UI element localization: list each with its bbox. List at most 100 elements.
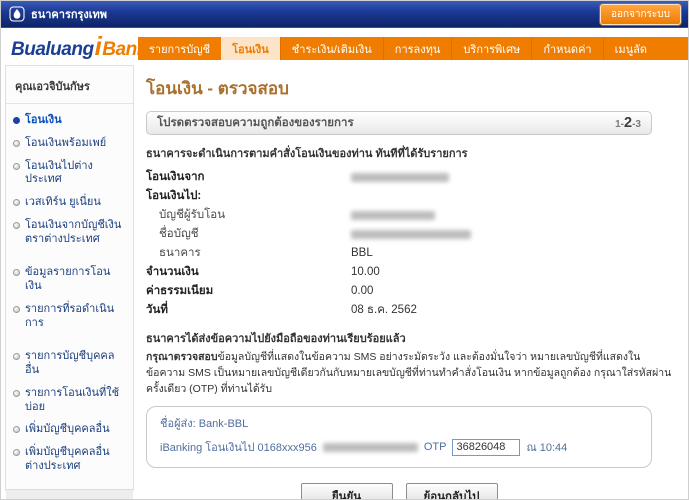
customer-name: คุณเอวจิบันกัษร xyxy=(6,66,133,104)
detail-label: โอนเงินจาก xyxy=(146,168,351,187)
bullet-icon xyxy=(13,199,20,206)
confirm-button[interactable]: ยืนยัน xyxy=(301,483,393,500)
sms-preview-box: ชื่อผู้ส่ง: Bank-BBL iBanking โอนเงินไป … xyxy=(146,406,652,468)
bank-name: ธนาคารกรุงเทพ xyxy=(31,5,107,23)
detail-label: วันที่ xyxy=(146,301,351,320)
sidebar-link[interactable]: รายการโอนเงินที่ใช้บ่อย xyxy=(25,387,126,415)
detail-value xyxy=(351,168,449,187)
detail-value: 08 ธ.ค. 2562 xyxy=(351,301,417,320)
sidebar-item[interactable]: เพิ่มบัญชีบุคคลอื่นต่างประเทศ xyxy=(13,446,126,474)
sidebar-item[interactable]: โอนเงินพร้อมเพย์ xyxy=(13,137,126,151)
redacted-value xyxy=(351,173,449,182)
sidebar-item[interactable]: ข้อมูลรายการโอนเงิน xyxy=(13,266,126,294)
detail-row: บัญชีผู้รับโอน xyxy=(146,206,674,225)
detail-value: 0.00 xyxy=(351,282,373,301)
sidebar-menu: โอนเงินโอนเงินพร้อมเพย์โอนเงินไปต่างประเ… xyxy=(6,104,133,489)
detail-value: BBL xyxy=(351,244,373,263)
bullet-icon xyxy=(13,222,20,229)
redacted-value xyxy=(351,230,471,239)
step-indicator: 1-2-3 xyxy=(615,115,641,131)
nav-tab-settings[interactable]: กำหนดค่า xyxy=(531,37,602,60)
bullet-icon xyxy=(13,353,20,360)
detail-row: วันที่08 ธ.ค. 2562 xyxy=(146,301,674,320)
nav-tab-special-services[interactable]: บริการพิเศษ xyxy=(451,37,531,60)
sidebar-item[interactable]: โอนเงิน xyxy=(13,114,126,128)
sidebar: คุณเอวจิบันกัษร โอนเงินโอนเงินพร้อมเพย์โ… xyxy=(5,65,134,495)
body-row: คุณเอวจิบันกัษร โอนเงินโอนเงินพร้อมเพย์โ… xyxy=(1,63,688,500)
bullet-icon xyxy=(13,269,20,276)
detail-label: ค่าธรรมเนียม xyxy=(146,282,351,301)
sidebar-link[interactable]: เพิ่มบัญชีบุคคลอื่นต่างประเทศ xyxy=(25,446,126,474)
action-buttons: ยืนยัน ย้อนกลับไป xyxy=(146,483,652,500)
detail-label: ธนาคาร xyxy=(146,244,351,263)
caution-text: กรุณาตรวจสอบข้อมูลบัญชีที่แสดงในข้อความ … xyxy=(146,350,674,397)
sidebar-link[interactable]: เพิ่มบัญชีบุคคลอื่น xyxy=(25,423,110,437)
bullet-icon xyxy=(13,449,20,456)
intro-text: ธนาคารจะดำเนินการตามคำสั่งโอนเงินของท่าน… xyxy=(146,144,674,162)
redacted-account-value xyxy=(323,443,418,452)
sms-sent-note: ธนาคารได้ส่งข้อความไปยังมือถือของท่านเรี… xyxy=(146,329,674,347)
sidebar-item[interactable]: รายการโอนเงินที่ใช้บ่อย xyxy=(13,387,126,415)
redacted-value xyxy=(351,211,435,220)
detail-value: 10.00 xyxy=(351,263,380,282)
sidebar-link[interactable]: โอนเงิน xyxy=(25,114,62,128)
detail-label: จำนวนเงิน xyxy=(146,263,351,282)
logout-button[interactable]: ออกจากระบบ xyxy=(600,4,681,25)
detail-row: โอนเงินไป: xyxy=(146,187,674,206)
sidebar-item[interactable]: โอนเงินจากบัญชีเงินตราต่างประเทศ xyxy=(13,219,126,247)
bank-brand: ธนาคารกรุงเทพ xyxy=(9,5,107,23)
nav-tab-investment[interactable]: การลงทุน xyxy=(383,37,452,60)
bullet-icon xyxy=(13,306,20,313)
sidebar-item[interactable]: เวสเทิร์น ยูเนี่ยน xyxy=(13,196,126,210)
detail-row: ชื่อบัญชี xyxy=(146,225,674,244)
top-bar: ธนาคารกรุงเทพ ออกจากระบบ xyxy=(1,1,688,28)
otp-input[interactable] xyxy=(452,439,520,456)
logo-word-bualuang: Bualuang xyxy=(11,39,94,60)
sidebar-link[interactable]: โอนเงินจากบัญชีเงินตราต่างประเทศ xyxy=(25,219,126,247)
detail-row: โอนเงินจาก xyxy=(146,168,674,187)
detail-label: บัญชีผู้รับโอน xyxy=(146,206,351,225)
detail-label: ชื่อบัญชี xyxy=(146,225,351,244)
main-content: โอนเงิน - ตรวจสอบ โปรดตรวจสอบความถูกต้อง… xyxy=(134,63,688,500)
detail-row: จำนวนเงิน10.00 xyxy=(146,263,674,282)
sidebar-link[interactable]: เวสเทิร์น ยูเนี่ยน xyxy=(25,196,101,210)
sms-sender: ชื่อผู้ส่ง: Bank-BBL xyxy=(160,414,638,432)
back-button[interactable]: ย้อนกลับไป xyxy=(406,483,498,500)
bullet-icon xyxy=(13,390,20,397)
bullet-icon xyxy=(13,163,20,170)
detail-row: ธนาคารBBL xyxy=(146,244,674,263)
detail-label: โอนเงินไป: xyxy=(146,187,351,206)
sidebar-item[interactable]: เพิ่มบัญชีบุคคลอื่น xyxy=(13,423,126,437)
page-title: โอนเงิน - ตรวจสอบ xyxy=(146,75,674,102)
sidebar-link[interactable]: รายการบัญชีบุคคลอื่น xyxy=(25,350,126,378)
sms-time: ณ 10:44 xyxy=(526,438,567,456)
sms-message-line: iBanking โอนเงินไป 0168xxx956 OTP ณ 10:4… xyxy=(160,438,638,456)
bullet-icon xyxy=(13,140,20,147)
main-nav: รายการบัญชีโอนเงินชำระเงิน/เติมเงินการลง… xyxy=(138,37,688,60)
sidebar-link[interactable]: โอนเงินไปต่างประเทศ xyxy=(25,160,126,188)
nav-tab-accounts[interactable]: รายการบัญชี xyxy=(138,37,221,60)
sms-text: iBanking โอนเงินไป 0168xxx956 xyxy=(160,438,317,456)
current-step: 2 xyxy=(624,115,632,131)
sidebar-item[interactable]: รายการบัญชีบุคคลอื่น xyxy=(13,350,126,378)
detail-value xyxy=(351,225,471,244)
sidebar-link[interactable]: ข้อมูลรายการโอนเงิน xyxy=(25,266,126,294)
otp-label: OTP xyxy=(424,441,447,453)
nav-tab-pay-topup[interactable]: ชำระเงิน/เติมเงิน xyxy=(280,37,383,60)
detail-row: ค่าธรรมเนียม0.00 xyxy=(146,282,674,301)
sidebar-link[interactable]: โอนเงินพร้อมเพย์ xyxy=(25,137,106,151)
step-header-bar: โปรดตรวจสอบความถูกต้องของรายการ 1-2-3 xyxy=(146,111,652,135)
detail-value xyxy=(351,206,435,225)
sidebar-item[interactable]: รายการที่รอดำเนินการ xyxy=(13,303,126,331)
nav-tab-shortcut-menu[interactable]: เมนูลัด xyxy=(603,37,658,60)
bullet-icon xyxy=(13,426,20,433)
transfer-details: โอนเงินจากโอนเงินไป:บัญชีผู้รับโอนชื่อบั… xyxy=(146,168,674,320)
sidebar-item[interactable]: โอนเงินไปต่างประเทศ xyxy=(13,160,126,188)
step-header-text: โปรดตรวจสอบความถูกต้องของรายการ xyxy=(157,114,354,132)
sidebar-link[interactable]: รายการที่รอดำเนินการ xyxy=(25,303,126,331)
nav-tab-transfer[interactable]: โอนเงิน xyxy=(221,37,280,60)
lotus-logo-icon xyxy=(9,6,25,22)
brand-nav-row: BualuangiBanking รายการบัญชีโอนเงินชำระเ… xyxy=(1,28,688,63)
logo-letter-i: i xyxy=(95,31,102,61)
faq-row[interactable]: ถาม-ตอบ xyxy=(6,489,133,500)
